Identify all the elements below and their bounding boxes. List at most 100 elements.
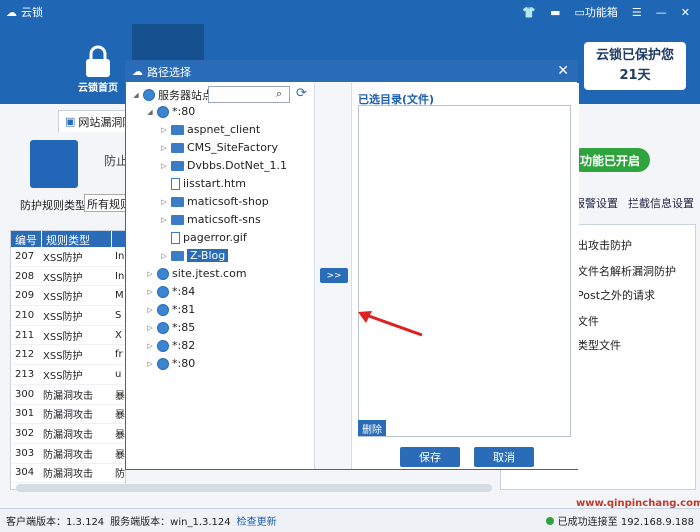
rule-id: 210: [15, 309, 35, 321]
file-icon: [171, 231, 180, 244]
status-dot-icon: [545, 516, 554, 525]
tree-site[interactable]: ▷ *:80: [146, 357, 195, 370]
cloud-lock-icon: ☁: [6, 5, 17, 19]
globe-icon: [157, 285, 169, 298]
tree-root[interactable]: ◢ 服务器站点: [132, 87, 213, 103]
intercept-settings-link[interactable]: 拦截信息设置: [628, 195, 694, 211]
tree-site[interactable]: ▷ *:85: [146, 321, 195, 334]
app-name: 云锁: [21, 6, 43, 19]
rule-type: XSS防护: [43, 370, 83, 382]
nav-home-label: 云锁首页: [78, 83, 118, 94]
rule-id: 303: [15, 447, 35, 459]
menu-button[interactable]: ☰: [626, 0, 648, 24]
tree-item[interactable]: ▷ aspnet_client: [160, 123, 260, 136]
tree-item[interactable]: ▷ CMS_SiteFactory: [160, 141, 278, 154]
table-row[interactable]: 209 XSS防护 M: [11, 286, 125, 307]
table-row[interactable]: 212 XSS防护 fr: [11, 345, 125, 366]
expand-arrow-icon: ▷: [161, 251, 167, 260]
selected-list[interactable]: [358, 105, 571, 437]
protect-days: 21天: [619, 68, 651, 83]
tree-site[interactable]: ▷ *:81: [146, 303, 195, 316]
rule-extra: 暴: [115, 449, 125, 461]
expand-arrow-icon: ▷: [147, 323, 153, 332]
tree-item[interactable]: ▷ maticsoft-sns: [160, 213, 260, 226]
expand-arrow-icon: ▷: [161, 143, 167, 152]
rule-id: 302: [15, 428, 35, 440]
tree-item[interactable]: ▷ maticsoft-shop: [160, 195, 268, 208]
rule-extra: 暴: [115, 410, 125, 422]
dialog-close-button[interactable]: ✕: [557, 63, 569, 79]
table-row[interactable]: 301 防漏洞攻击 暴: [11, 405, 125, 425]
close-button[interactable]: ✕: [675, 0, 696, 24]
rule-extra: 暴: [115, 430, 125, 442]
expand-arrow-icon: ▷: [161, 215, 167, 224]
rule-type: XSS防护: [43, 292, 83, 304]
server-icon: [143, 89, 155, 101]
table-row[interactable]: 300 防漏洞攻击 暴: [11, 385, 125, 405]
rules-table: 编号 规则类型 207 XSS防护 In 208 XSS防护 In 209 XSS防护 M 210…: [10, 230, 126, 490]
tree-site[interactable]: ▷ *:84: [146, 285, 195, 298]
title-bar: ☁ 云锁 👕 ▬ ▭ 功能箱 ☰ — ✕: [0, 0, 700, 24]
search-icon[interactable]: ⌕: [276, 87, 282, 101]
rule-type: XSS防护: [43, 331, 83, 343]
right-item: 类型文件: [577, 339, 621, 352]
tree-site[interactable]: ▷ site.jtest.com: [146, 267, 246, 280]
rule-id: 213: [15, 368, 35, 380]
app-title: ☁ 云锁: [6, 4, 43, 20]
right-item: 出攻击防护: [577, 239, 632, 252]
tree-item[interactable]: ▷ Dvbbs.DotNet_1.1: [160, 159, 287, 172]
expand-arrow-icon: ▷: [161, 197, 167, 206]
expand-arrow-icon: ▷: [147, 287, 153, 296]
protect-badge: 云锁已保护您 21天: [584, 42, 686, 90]
folder-icon: [171, 250, 184, 261]
rule-type: XSS防护: [43, 272, 83, 284]
tree-item[interactable]: ▷ Z-Blog: [160, 249, 229, 262]
rule-id: 209: [15, 290, 35, 302]
horizontal-scrollbar[interactable]: [16, 484, 492, 492]
tree-item[interactable]: pagerror.gif: [160, 231, 247, 244]
table-row[interactable]: 207 XSS防护 In: [11, 247, 125, 267]
rule-type-select[interactable]: 所有规则: [84, 194, 130, 212]
cancel-button[interactable]: 取消: [474, 447, 534, 467]
folder-icon: [171, 160, 184, 171]
toolbox-icon: ▭: [574, 5, 585, 19]
right-item: Post之外的请求: [577, 289, 656, 302]
table-row[interactable]: 213 XSS防护 u: [11, 365, 125, 385]
rule-id: 301: [15, 408, 35, 420]
alarm-settings-link[interactable]: 报警设置: [574, 195, 618, 211]
table-row[interactable]: 208 XSS防护 In: [11, 267, 125, 287]
expand-arrow-icon: ▷: [147, 341, 153, 350]
rule-id: 212: [15, 349, 35, 361]
minimize-button[interactable]: —: [650, 0, 673, 24]
tree-site-80[interactable]: ◢ *:80: [146, 105, 195, 118]
delete-button[interactable]: 删除: [358, 420, 386, 436]
status-pill[interactable]: 功能已开启: [570, 148, 650, 172]
check-update-link[interactable]: 检查更新: [237, 513, 277, 528]
rule-type: 防漏洞攻击: [43, 469, 93, 481]
rule-id: 304: [15, 467, 35, 479]
add-path-button[interactable]: >>: [320, 268, 348, 283]
tree-site[interactable]: ▷ *:82: [146, 339, 195, 352]
folder-icon: [171, 196, 184, 207]
table-row[interactable]: 210 XSS防护 S: [11, 306, 125, 326]
footer: 客户端版本：1.3.124 服务端版本：win_1.3.124 检查更新 已成功…: [0, 508, 700, 532]
table-row[interactable]: 211 XSS防护 X: [11, 326, 125, 346]
right-item: 文件: [577, 315, 599, 328]
globe-icon: [157, 267, 169, 280]
table-row[interactable]: 302 防漏洞攻击 暴: [11, 424, 125, 444]
expand-arrow-icon: ◢: [133, 91, 139, 99]
rule-type: 防漏洞攻击: [43, 449, 93, 461]
table-row[interactable]: 304 防漏洞攻击 防: [11, 464, 125, 484]
client-version: 客户端版本：1.3.124: [6, 517, 105, 528]
shirt-icon[interactable]: 👕: [516, 0, 542, 24]
message-icon[interactable]: ▬: [544, 0, 566, 24]
table-row[interactable]: 303 防漏洞攻击 暴: [11, 444, 125, 464]
tree-item[interactable]: iisstart.htm: [160, 177, 246, 190]
rule-extra: u: [115, 368, 122, 380]
globe-icon: [157, 321, 169, 334]
refresh-icon[interactable]: ⟳: [296, 86, 307, 101]
nav-home[interactable]: 云锁首页: [62, 24, 134, 104]
save-button[interactable]: 保存: [400, 447, 460, 467]
feature-box-button[interactable]: ▭ 功能箱: [569, 0, 624, 24]
lock-icon: [86, 45, 110, 77]
